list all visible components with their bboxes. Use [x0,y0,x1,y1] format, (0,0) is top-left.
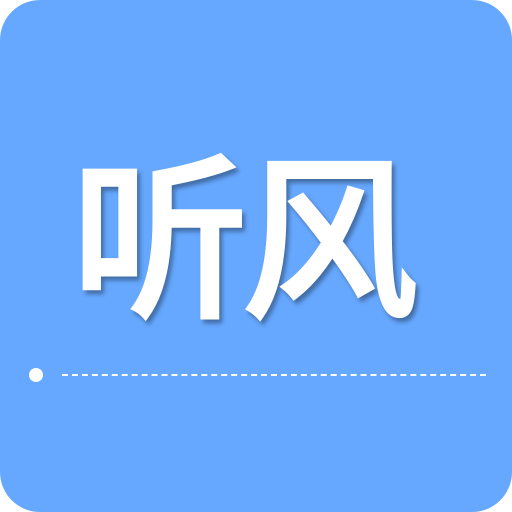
app-icon-title: 听风 [72,140,418,345]
dashed-divider [62,374,486,376]
dot-icon [29,368,43,382]
app-icon[interactable]: 听风 [0,0,512,512]
